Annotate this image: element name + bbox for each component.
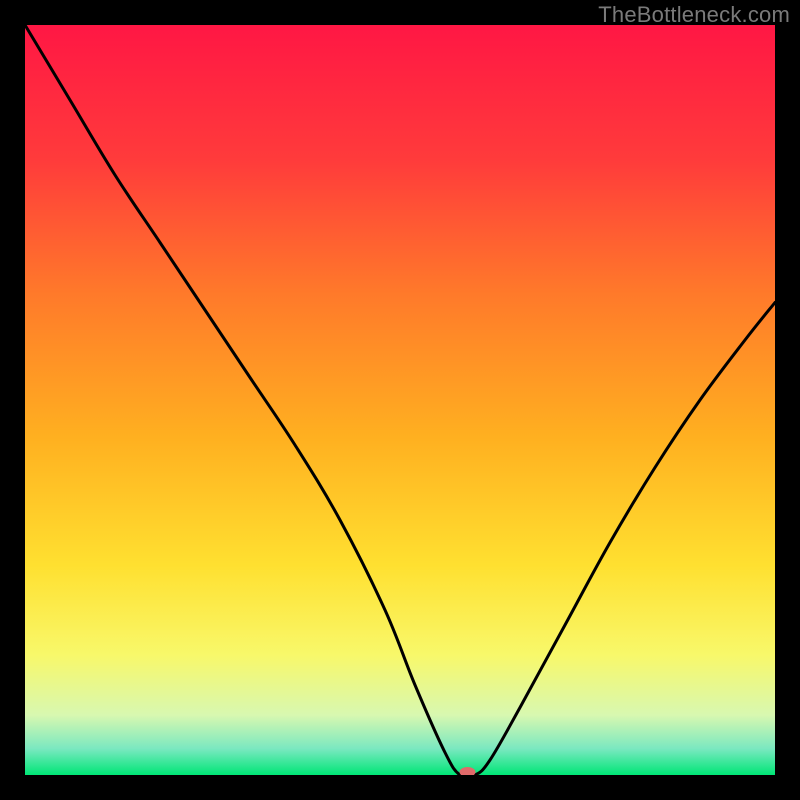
chart-background [25,25,775,775]
plot-area [25,25,775,775]
chart-frame: TheBottleneck.com [0,0,800,800]
chart-svg [25,25,775,775]
